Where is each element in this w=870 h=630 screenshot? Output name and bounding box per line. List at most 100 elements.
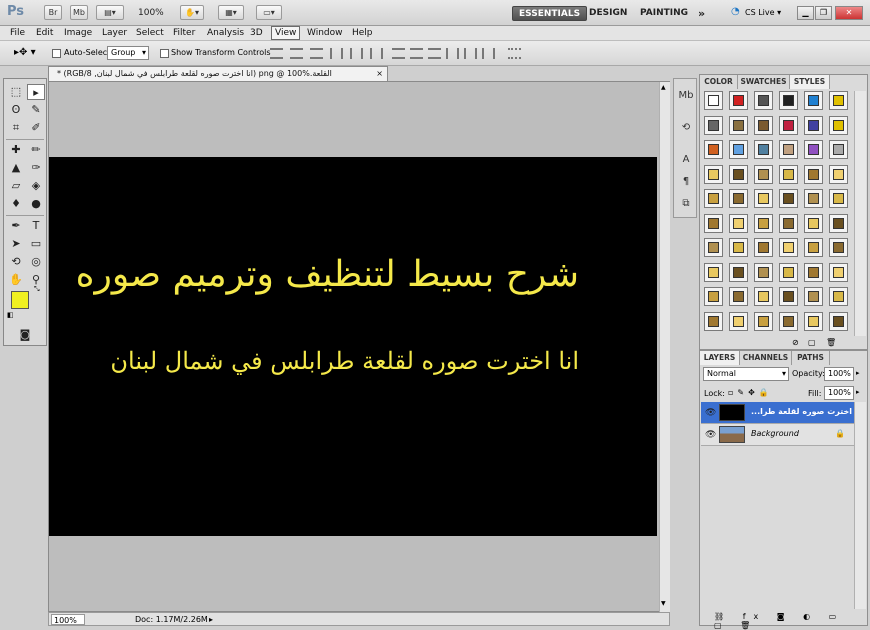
type-tool-icon[interactable]: T (27, 218, 45, 234)
workspace-painting[interactable]: PAINTING (634, 6, 694, 21)
style-preset-swatch[interactable] (829, 189, 848, 208)
style-preset-swatch[interactable] (754, 311, 773, 331)
style-preset-swatch[interactable] (729, 115, 748, 135)
crop-tool-icon[interactable]: ⌗ (7, 120, 25, 136)
tab-color[interactable]: COLOR (700, 75, 738, 89)
move-tool-icon[interactable]: ▸ (27, 84, 45, 100)
style-preset-swatch[interactable] (754, 140, 773, 159)
opacity-arrow-icon[interactable]: ▸ (856, 369, 860, 377)
distribute-right-icon[interactable] (482, 48, 495, 59)
style-preset-swatch[interactable] (729, 140, 748, 159)
scroll-up-icon[interactable]: ▲ (661, 84, 666, 91)
style-preset-swatch[interactable] (704, 311, 723, 331)
style-preset-swatch[interactable] (779, 140, 798, 159)
style-preset-swatch[interactable] (804, 238, 823, 257)
style-preset-swatch[interactable] (779, 115, 798, 135)
more-workspaces-button[interactable]: » (692, 6, 711, 21)
style-preset-swatch[interactable] (754, 189, 773, 208)
clear-style-icon[interactable]: ⊘ (792, 338, 799, 347)
opacity-input[interactable]: 100% (824, 367, 854, 381)
style-preset-swatch[interactable] (704, 115, 723, 135)
blend-mode-dropdown[interactable]: Normal ▾ (703, 367, 789, 381)
cs-live-menu[interactable]: CS Live ▾ (745, 8, 781, 17)
menu-filter[interactable]: Filter (170, 26, 198, 40)
style-preset-swatch[interactable] (729, 91, 748, 110)
quick-mask-icon[interactable]: ◙ (16, 327, 34, 343)
style-preset-swatch[interactable] (804, 213, 823, 233)
scroll-down-icon[interactable]: ▼ (661, 600, 666, 607)
style-preset-swatch[interactable] (754, 262, 773, 282)
style-preset-swatch[interactable] (704, 213, 723, 233)
restore-button[interactable]: ❐ (815, 6, 832, 20)
mini-bridge-button[interactable]: Mb (70, 5, 88, 20)
3d-orbit-tool-icon[interactable]: ◎ (27, 254, 45, 270)
hand-tool-icon[interactable]: ✋ (7, 272, 25, 288)
menu-edit[interactable]: Edit (33, 26, 56, 40)
workspace-design[interactable]: DESIGN (583, 6, 633, 21)
menu-view[interactable]: View (271, 26, 301, 40)
screen-mode-button[interactable]: ▭▾ (256, 5, 282, 20)
menu-layer[interactable]: Layer (99, 26, 130, 40)
style-preset-swatch[interactable] (704, 238, 723, 257)
dodge-tool-icon[interactable]: ● (27, 196, 45, 212)
style-preset-swatch[interactable] (729, 287, 748, 306)
menu-window[interactable]: Window (304, 26, 346, 40)
paragraph-panel-icon[interactable]: ¶ (678, 175, 694, 189)
style-preset-swatch[interactable] (779, 311, 798, 331)
pen-tool-icon[interactable]: ✒ (7, 218, 25, 234)
align-hcenter-icon[interactable] (350, 48, 363, 59)
new-style-icon[interactable]: ▢ (808, 338, 816, 347)
menu-select[interactable]: Select (133, 26, 167, 40)
layer-row-text[interactable]: 👁 انا اخترت صوره لقلعة طرا... (701, 402, 864, 424)
style-preset-swatch[interactable] (754, 164, 773, 184)
align-vcenter-icon[interactable] (290, 48, 303, 59)
style-preset-swatch[interactable] (754, 238, 773, 257)
style-preset-swatch[interactable] (829, 238, 848, 257)
character-panel-icon[interactable]: A (678, 153, 694, 167)
visibility-eye-icon[interactable]: 👁 (705, 430, 716, 440)
tab-swatches[interactable]: SWATCHES (738, 75, 790, 89)
menu-3d[interactable]: 3D (247, 26, 266, 40)
brush-tool-icon[interactable]: ✏ (27, 142, 45, 158)
eyedropper-tool-icon[interactable]: ✐ (27, 120, 45, 136)
workspace-essentials[interactable]: ESSENTIALS (512, 6, 588, 21)
path-selection-tool-icon[interactable]: ➤ (7, 236, 25, 252)
clone-stamp-tool-icon[interactable]: ▲ (7, 160, 25, 176)
menu-help[interactable]: Help (349, 26, 376, 40)
menu-file[interactable]: File (7, 26, 28, 40)
blur-tool-icon[interactable]: ♦ (7, 196, 25, 212)
tab-styles[interactable]: STYLES (790, 75, 830, 89)
delete-style-icon[interactable]: 🗑 (826, 338, 836, 347)
history-brush-tool-icon[interactable]: ✑ (27, 160, 45, 176)
style-preset-swatch[interactable] (804, 140, 823, 159)
style-preset-swatch[interactable] (779, 213, 798, 233)
move-tool-preset-icon[interactable]: ▸✥ ▾ (14, 47, 36, 58)
style-preset-swatch[interactable] (804, 115, 823, 135)
style-preset-swatch[interactable] (804, 311, 823, 331)
auto-select-dropdown[interactable]: Group ▾ (107, 46, 149, 60)
menu-image[interactable]: Image (61, 26, 95, 40)
style-preset-swatch[interactable] (804, 164, 823, 184)
style-preset-swatch[interactable] (829, 262, 848, 282)
style-preset-swatch[interactable] (779, 238, 798, 257)
style-preset-swatch[interactable] (779, 91, 798, 110)
distribute-left-icon[interactable] (446, 48, 459, 59)
style-preset-swatch[interactable] (829, 287, 848, 306)
style-preset-swatch[interactable] (829, 213, 848, 233)
style-preset-swatch[interactable] (779, 189, 798, 208)
tab-channels[interactable]: CHANNELS (740, 351, 792, 365)
swap-colors-icon[interactable]: ⤡ (34, 285, 40, 294)
visibility-eye-icon[interactable]: 👁 (705, 408, 716, 418)
layers-scrollbar[interactable] (854, 402, 866, 609)
distribute-bottom-icon[interactable] (428, 48, 441, 59)
style-preset-swatch[interactable] (804, 287, 823, 306)
extras-menu-button[interactable]: ▤▾ (96, 5, 124, 20)
style-preset-swatch[interactable] (779, 164, 798, 184)
paint-bucket-tool-icon[interactable]: ◈ (27, 178, 45, 194)
align-bottom-icon[interactable] (310, 48, 323, 59)
style-preset-swatch[interactable] (704, 262, 723, 282)
rectangle-tool-icon[interactable]: ▭ (27, 236, 45, 252)
style-preset-swatch[interactable] (829, 140, 848, 159)
distribute-vcenter-icon[interactable] (410, 48, 423, 59)
style-preset-swatch[interactable] (804, 262, 823, 282)
